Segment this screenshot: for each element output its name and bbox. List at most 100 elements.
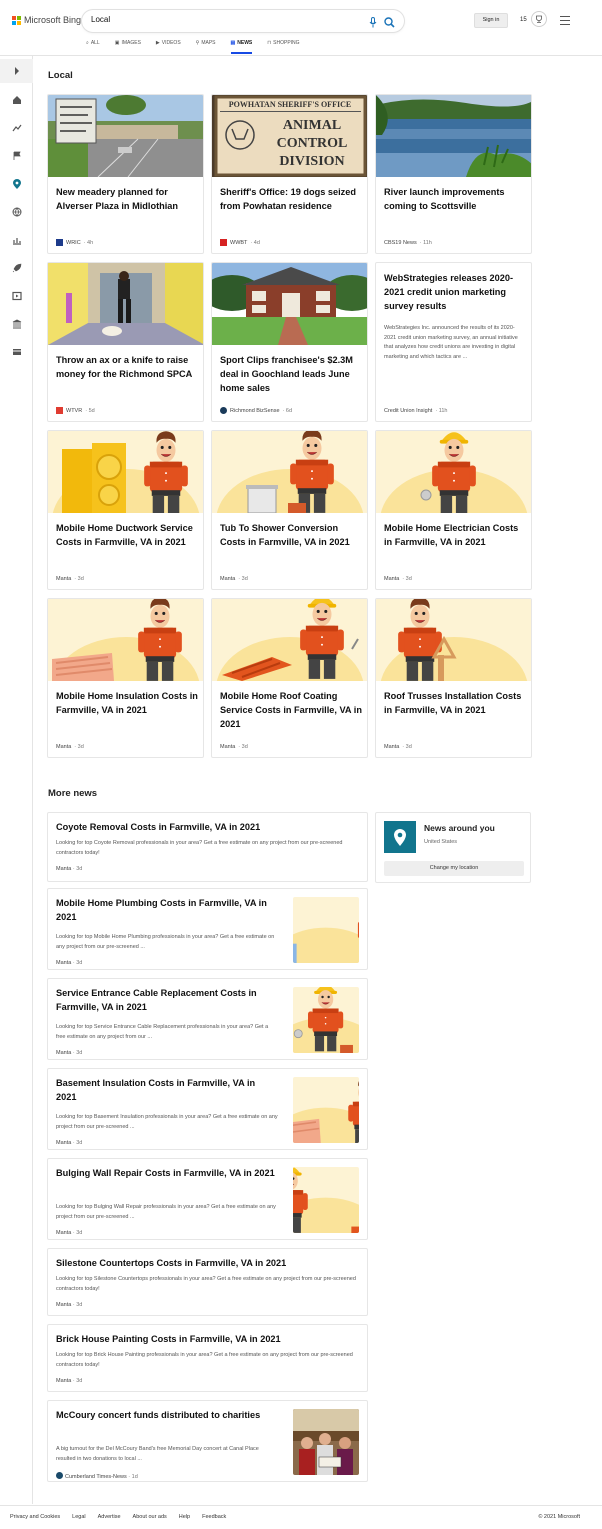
news-list-thumbnail[interactable] xyxy=(293,1077,359,1143)
sidebar-item-us[interactable] xyxy=(0,145,33,167)
news-card[interactable]: Roof Trusses Installation Costs in Farmv… xyxy=(375,598,532,758)
news-list-item[interactable]: Silestone Countertops Costs in Farmville… xyxy=(47,1248,368,1316)
footer-link-help[interactable]: Help xyxy=(179,1514,190,1520)
news-list-title[interactable]: Mobile Home Plumbing Costs in Farmville,… xyxy=(56,897,278,924)
news-card-title[interactable]: WebStrategies releases 2020-2021 credit … xyxy=(384,271,526,313)
footer-link-legal[interactable]: Legal xyxy=(72,1514,85,1520)
news-card-title[interactable]: Mobile Home Roof Coating Service Costs i… xyxy=(220,689,362,731)
news-card[interactable]: Tub To Shower Conversion Costs in Farmvi… xyxy=(211,430,368,590)
news-card[interactable]: POWHATAN SHERIFF'S OFFICE ANIMAL CONTROL DI… xyxy=(211,94,368,254)
sidebar-item-local[interactable] xyxy=(0,173,33,195)
news-card-title[interactable]: Throw an ax or a knife to raise money fo… xyxy=(56,353,198,381)
tab-videos[interactable]: ▶ VIDEOS xyxy=(156,40,181,54)
news-list-title[interactable]: Service Entrance Cable Replacement Costs… xyxy=(56,987,278,1014)
news-card-image[interactable] xyxy=(376,599,531,681)
news-card[interactable]: Mobile Home Insulation Costs in Farmvill… xyxy=(47,598,204,758)
news-list-item[interactable]: Service Entrance Cable Replacement Costs… xyxy=(47,978,368,1060)
news-card[interactable]: WebStrategies releases 2020-2021 credit … xyxy=(375,262,532,422)
news-card[interactable]: New meadery planned for Alverser Plaza i… xyxy=(47,94,204,254)
sidebar-item-products[interactable] xyxy=(0,341,33,363)
bing-logo[interactable]: Microsoft Bing xyxy=(12,15,81,25)
news-list-item[interactable]: Basement Insulation Costs in Farmville, … xyxy=(47,1068,368,1150)
sidebar-item-technology[interactable] xyxy=(0,257,33,279)
footer-link-about-ads[interactable]: About our ads xyxy=(133,1514,167,1520)
tab-news[interactable]: ▤ NEWS xyxy=(230,40,252,54)
news-card-image[interactable] xyxy=(48,95,203,177)
news-card[interactable]: Sport Clips franchisee's $2.3M deal in G… xyxy=(211,262,368,422)
news-card-title[interactable]: Tub To Shower Conversion Costs in Farmvi… xyxy=(220,521,362,549)
news-list-item[interactable]: McCoury concert funds distributed to cha… xyxy=(47,1400,368,1482)
source-name[interactable]: WWBT xyxy=(230,240,247,246)
source-name[interactable]: Manta xyxy=(384,576,399,582)
news-card-image[interactable] xyxy=(212,431,367,513)
source-name[interactable]: Manta xyxy=(56,1140,71,1146)
sidebar-item-politics[interactable] xyxy=(0,313,33,335)
tab-maps[interactable]: ⚲ MAPS xyxy=(196,40,216,54)
news-list-title[interactable]: Coyote Removal Costs in Farmville, VA in… xyxy=(56,821,361,835)
news-card-image[interactable] xyxy=(48,599,203,681)
news-list-item[interactable]: Mobile Home Plumbing Costs in Farmville,… xyxy=(47,888,368,970)
microphone-icon[interactable] xyxy=(369,15,377,33)
news-card[interactable]: River launch improvements coming to Scot… xyxy=(375,94,532,254)
search-icon[interactable] xyxy=(384,15,395,33)
rewards-points[interactable]: 15 xyxy=(520,17,527,23)
news-card-image[interactable] xyxy=(212,599,367,681)
source-name[interactable]: Manta xyxy=(384,744,399,750)
news-list-thumbnail[interactable] xyxy=(293,987,359,1053)
source-name[interactable]: WRIC xyxy=(66,240,81,246)
news-card-title[interactable]: Mobile Home Insulation Costs in Farmvill… xyxy=(56,689,198,717)
news-card-image[interactable] xyxy=(48,263,203,345)
source-name[interactable]: Manta xyxy=(56,1302,71,1308)
news-card-title[interactable]: Roof Trusses Installation Costs in Farmv… xyxy=(384,689,526,717)
sidebar-item-world[interactable] xyxy=(0,201,33,223)
news-card-title[interactable]: River launch improvements coming to Scot… xyxy=(384,185,526,213)
source-name[interactable]: WTVR xyxy=(66,408,82,414)
news-list-title[interactable]: Basement Insulation Costs in Farmville, … xyxy=(56,1077,278,1104)
expand-sidebar-button[interactable] xyxy=(0,59,33,83)
news-card[interactable]: Mobile Home Electrician Costs in Farmvil… xyxy=(375,430,532,590)
tab-shopping[interactable]: ⊓ SHOPPING xyxy=(267,40,299,54)
news-card[interactable]: Throw an ax or a knife to raise money fo… xyxy=(47,262,204,422)
source-name[interactable]: Manta xyxy=(56,866,71,872)
tab-images[interactable]: ▣ IMAGES xyxy=(115,40,141,54)
news-card-title[interactable]: Sport Clips franchisee's $2.3M deal in G… xyxy=(220,353,362,395)
news-list-title[interactable]: Brick House Painting Costs in Farmville,… xyxy=(56,1333,361,1347)
news-card-title[interactable]: Sheriff's Office: 19 dogs seized from Po… xyxy=(220,185,362,213)
news-card-image[interactable] xyxy=(376,431,531,513)
source-name[interactable]: Manta xyxy=(56,960,71,966)
footer-link-advertise[interactable]: Advertise xyxy=(98,1514,121,1520)
search-box[interactable]: Local xyxy=(82,10,404,32)
news-card-title[interactable]: New meadery planned for Alverser Plaza i… xyxy=(56,185,198,213)
news-card-image[interactable] xyxy=(212,263,367,345)
news-card-image[interactable] xyxy=(48,431,203,513)
rewards-trophy-icon[interactable] xyxy=(531,11,547,27)
menu-icon[interactable] xyxy=(560,16,570,28)
source-name[interactable]: Manta xyxy=(56,1230,71,1236)
search-input[interactable]: Local xyxy=(91,15,110,24)
news-list-thumbnail[interactable] xyxy=(293,897,359,963)
news-list-item[interactable]: Bulging Wall Repair Costs in Farmville, … xyxy=(47,1158,368,1240)
news-list-title[interactable]: Silestone Countertops Costs in Farmville… xyxy=(56,1257,361,1271)
source-name[interactable]: Manta xyxy=(56,744,71,750)
source-name[interactable]: Cumberland Times-News xyxy=(65,1474,127,1480)
sidebar-item-home[interactable] xyxy=(0,89,33,111)
source-name[interactable]: Richmond BizSense xyxy=(230,408,280,414)
source-name[interactable]: Manta xyxy=(56,1378,71,1384)
news-list-thumbnail[interactable] xyxy=(293,1167,359,1233)
source-name[interactable]: CBS19 News xyxy=(384,240,417,246)
news-card-title[interactable]: Mobile Home Ductwork Service Costs in Fa… xyxy=(56,521,198,549)
news-list-item[interactable]: Coyote Removal Costs in Farmville, VA in… xyxy=(47,812,368,882)
source-name[interactable]: Manta xyxy=(56,1050,71,1056)
news-list-item[interactable]: Brick House Painting Costs in Farmville,… xyxy=(47,1324,368,1392)
news-list-title[interactable]: McCoury concert funds distributed to cha… xyxy=(56,1409,278,1423)
sidebar-item-trending[interactable] xyxy=(0,117,33,139)
change-location-button[interactable]: Change my location xyxy=(384,861,524,876)
news-list-title[interactable]: Bulging Wall Repair Costs in Farmville, … xyxy=(56,1167,278,1181)
source-name[interactable]: Manta xyxy=(56,576,71,582)
news-card[interactable]: Mobile Home Roof Coating Service Costs i… xyxy=(211,598,368,758)
tab-all[interactable]: ⌕ ALL xyxy=(86,40,100,54)
news-card[interactable]: Mobile Home Ductwork Service Costs in Fa… xyxy=(47,430,204,590)
source-name[interactable]: Credit Union Insight xyxy=(384,408,432,414)
sign-in-button[interactable]: Sign in xyxy=(474,13,508,28)
news-card-title[interactable]: Mobile Home Electrician Costs in Farmvil… xyxy=(384,521,526,549)
